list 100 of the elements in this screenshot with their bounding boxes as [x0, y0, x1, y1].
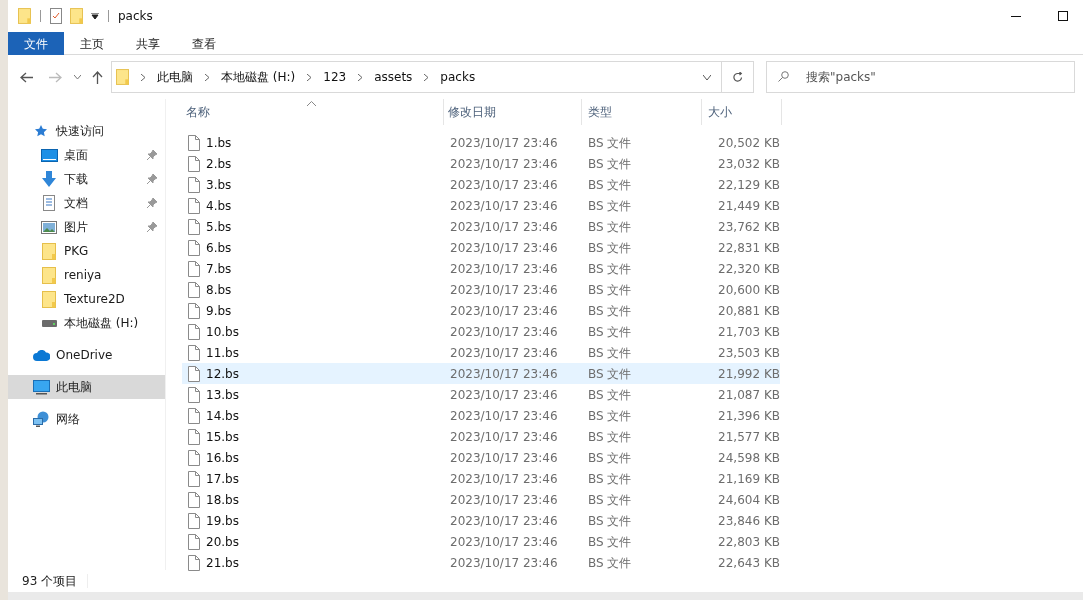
file-row[interactable]: 14.bs 2023/10/17 23:46 BS 文件 21,396 KB: [182, 405, 780, 426]
sidebar-item[interactable]: PKG: [8, 239, 165, 263]
file-name: 7.bs: [206, 260, 232, 278]
star-icon: [34, 124, 48, 138]
refresh-icon[interactable]: [732, 71, 743, 83]
file-name: 12.bs: [206, 365, 239, 383]
file-name: 19.bs: [206, 512, 239, 530]
minimize-icon[interactable]: [1011, 15, 1021, 17]
chevron-right-icon[interactable]: [307, 73, 312, 81]
sidebar-item[interactable]: 文档: [8, 191, 165, 215]
sidebar-item[interactable]: 快速访问: [8, 119, 165, 143]
file-icon: [188, 554, 200, 571]
file-icon: [188, 134, 200, 151]
column-header[interactable]: 类型: [582, 99, 702, 125]
date-cell-text: 2023/10/17 23:46: [449, 323, 559, 341]
file-row[interactable]: 16.bs 2023/10/17 23:46 BS 文件 24,598 KB: [182, 447, 780, 468]
type-cell-text: BS 文件: [587, 554, 633, 572]
breadcrumb[interactable]: 此电脑: [157, 68, 193, 86]
sidebar-item[interactable]: 网络: [8, 407, 165, 431]
column-header[interactable]: 大小: [702, 99, 782, 125]
file-name: 14.bs: [206, 407, 239, 425]
file-row[interactable]: 10.bs 2023/10/17 23:46 BS 文件 21,703 KB: [182, 321, 780, 342]
sidebar-item[interactable]: 图片: [8, 215, 165, 239]
date-cell-text: 2023/10/17 23:46: [449, 197, 559, 215]
file-row[interactable]: 20.bs 2023/10/17 23:46 BS 文件 22,803 KB: [182, 531, 780, 552]
sidebar-label: 网络: [56, 411, 81, 428]
type-cell-text: BS 文件: [587, 302, 633, 320]
column-header[interactable]: 名称: [182, 99, 444, 125]
sidebar-item[interactable]: 桌面: [8, 143, 165, 167]
date-cell-text: 2023/10/17 23:46: [449, 554, 559, 572]
chevron-right-icon[interactable]: [141, 73, 145, 81]
caret-icon[interactable]: [91, 13, 99, 19]
file-row[interactable]: 21.bs 2023/10/17 23:46 BS 文件 22,643 KB: [182, 552, 780, 573]
type-cell-text: BS 文件: [587, 176, 633, 194]
back-arrow-icon[interactable]: [20, 71, 33, 83]
chevron-down-icon[interactable]: [74, 75, 81, 79]
file-name: 10.bs: [206, 323, 239, 341]
date-cell-text: 2023/10/17 23:46: [449, 281, 559, 299]
file-row[interactable]: 6.bs 2023/10/17 23:46 BS 文件 22,831 KB: [182, 237, 780, 258]
chevron-down-icon[interactable]: [703, 74, 711, 80]
window-title: packs: [118, 8, 153, 25]
file-row[interactable]: 1.bs 2023/10/17 23:46 BS 文件 20,502 KB: [182, 132, 780, 153]
file-row[interactable]: 2.bs 2023/10/17 23:46 BS 文件 23,032 KB: [182, 153, 780, 174]
maximize-icon[interactable]: [1058, 11, 1068, 21]
file-row[interactable]: 13.bs 2023/10/17 23:46 BS 文件 21,087 KB: [182, 384, 780, 405]
column-header[interactable]: 修改日期: [444, 99, 582, 125]
type-cell-text: BS 文件: [587, 386, 633, 404]
size-cell-text: 20,881 KB: [717, 302, 780, 320]
chevron-right-icon[interactable]: [358, 73, 363, 81]
file-row[interactable]: 4.bs 2023/10/17 23:46 BS 文件 21,449 KB: [182, 195, 780, 216]
file-name: 16.bs: [206, 449, 239, 467]
ribbon-tab[interactable]: 文件: [8, 32, 64, 55]
sidebar-label: Texture2D: [64, 291, 126, 308]
file-row[interactable]: 17.bs 2023/10/17 23:46 BS 文件 21,169 KB: [182, 468, 780, 489]
document-icon: [43, 195, 55, 211]
file-row[interactable]: 3.bs 2023/10/17 23:46 BS 文件 22,129 KB: [182, 174, 780, 195]
sidebar-item[interactable]: OneDrive: [8, 343, 165, 367]
size-cell-text: 23,032 KB: [717, 155, 780, 173]
ribbon-tab[interactable]: 主页: [64, 32, 120, 55]
breadcrumb[interactable]: 本地磁盘 (H:): [221, 68, 296, 86]
item-count: 93 个项目: [22, 573, 78, 590]
search-field[interactable]: 搜索"packs": [766, 61, 1075, 93]
chevron-right-icon[interactable]: [424, 73, 429, 81]
sidebar-item[interactable]: Texture2D: [8, 287, 165, 311]
file-name: 9.bs: [206, 302, 232, 320]
sidebar-label: 桌面: [64, 147, 89, 164]
file-row[interactable]: 12.bs 2023/10/17 23:46 BS 文件 21,992 KB: [182, 363, 780, 384]
folder-icon: [18, 8, 31, 24]
file-name: 11.bs: [206, 344, 239, 362]
date-cell-text: 2023/10/17 23:46: [449, 428, 559, 446]
date-cell-text: 2023/10/17 23:46: [449, 386, 559, 404]
file-row[interactable]: 7.bs 2023/10/17 23:46 BS 文件 22,320 KB: [182, 258, 780, 279]
sidebar-item[interactable]: 下载: [8, 167, 165, 191]
sidebar-item[interactable]: reniya: [8, 263, 165, 287]
size-cell-text: 21,449 KB: [717, 197, 780, 215]
checklist-icon[interactable]: [50, 8, 62, 24]
file-row[interactable]: 11.bs 2023/10/17 23:46 BS 文件 23,503 KB: [182, 342, 780, 363]
sidebar-label: 本地磁盘 (H:): [64, 315, 140, 332]
file-icon: [188, 302, 200, 319]
file-row[interactable]: 19.bs 2023/10/17 23:46 BS 文件 23,846 KB: [182, 510, 780, 531]
ribbon-tab[interactable]: 查看: [176, 32, 232, 55]
breadcrumb[interactable]: assets: [374, 68, 413, 86]
type-cell-text: BS 文件: [587, 323, 633, 341]
file-row[interactable]: 15.bs 2023/10/17 23:46 BS 文件 21,577 KB: [182, 426, 780, 447]
chevron-right-icon[interactable]: [205, 73, 209, 81]
breadcrumb[interactable]: packs: [440, 68, 476, 86]
file-row[interactable]: 8.bs 2023/10/17 23:46 BS 文件 20,600 KB: [182, 279, 780, 300]
size-cell-text: 22,643 KB: [717, 554, 780, 572]
date-cell-text: 2023/10/17 23:46: [449, 491, 559, 509]
breadcrumb[interactable]: 123: [323, 68, 347, 86]
up-arrow-icon[interactable]: [92, 70, 103, 84]
ribbon-tab[interactable]: 共享: [120, 32, 176, 55]
sidebar-item[interactable]: 此电脑: [8, 375, 165, 399]
file-name: 1.bs: [206, 134, 232, 152]
address-bar[interactable]: 此电脑 本地磁盘 (H:) 123 assets packs: [111, 61, 754, 93]
sidebar-item[interactable]: 本地磁盘 (H:): [8, 311, 165, 335]
file-row[interactable]: 9.bs 2023/10/17 23:46 BS 文件 20,881 KB: [182, 300, 780, 321]
file-row[interactable]: 5.bs 2023/10/17 23:46 BS 文件 23,762 KB: [182, 216, 780, 237]
date-cell-text: 2023/10/17 23:46: [449, 449, 559, 467]
file-row[interactable]: 18.bs 2023/10/17 23:46 BS 文件 24,604 KB: [182, 489, 780, 510]
